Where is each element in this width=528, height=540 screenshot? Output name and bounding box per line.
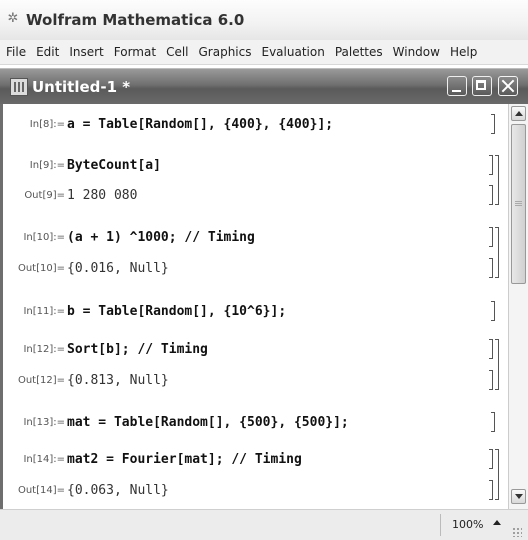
notebook-icon — [10, 78, 28, 96]
group-bracket[interactable] — [495, 227, 499, 278]
cell-label: In[14]:= — [23, 454, 65, 465]
cell-label: In[9]:= — [29, 160, 65, 171]
cell-code[interactable]: b = Table[Random[], {10^6}]; — [67, 304, 286, 319]
cell-bracket[interactable] — [489, 339, 493, 359]
menu-edit[interactable]: Edit — [31, 45, 64, 59]
cell-label: Out[10]= — [17, 263, 65, 274]
cell-label: In[11]:= — [23, 306, 65, 317]
grip-icon — [515, 201, 522, 202]
cell-code[interactable]: mat2 = Fourier[mat]; // Timing — [67, 452, 302, 467]
menu-graphics[interactable]: Graphics — [194, 45, 257, 59]
app-titlebar: ✲ Wolfram Mathematica 6.0 — [0, 0, 528, 40]
cell-label: In[10]:= — [23, 232, 65, 243]
cell-bracket[interactable] — [489, 480, 493, 500]
cell-output: {0.063, Null} — [67, 483, 169, 498]
menu-help[interactable]: Help — [445, 45, 482, 59]
cell-bracket[interactable] — [489, 370, 493, 390]
cell-code[interactable]: Sort[b]; // Timing — [67, 342, 208, 357]
cell-label: In[13]:= — [23, 417, 65, 428]
notebook-content[interactable]: In[8]:= a = Table[Random[], {400}, {400}… — [0, 104, 508, 509]
cell-output: 1 280 080 — [67, 188, 138, 203]
close-button[interactable] — [498, 76, 518, 96]
menu-insert[interactable]: Insert — [64, 45, 108, 59]
group-bracket[interactable] — [495, 155, 499, 205]
app-title: Wolfram Mathematica 6.0 — [26, 11, 245, 29]
input-cell[interactable]: In[9]:= ByteCount[a] — [3, 155, 508, 179]
cell-bracket[interactable] — [489, 449, 493, 469]
menu-format[interactable]: Format — [109, 45, 161, 59]
menu-window[interactable]: Window — [388, 45, 445, 59]
status-bar: 100% — [0, 509, 528, 540]
menu-bar: File Edit Insert Format Cell Graphics Ev… — [0, 40, 528, 65]
cell-code[interactable]: mat = Table[Random[], {500}, {500}]; — [67, 415, 349, 430]
minimize-button[interactable] — [447, 76, 467, 96]
menu-cell[interactable]: Cell — [161, 45, 193, 59]
cell-bracket[interactable] — [491, 301, 495, 321]
input-cell[interactable]: In[10]:= (a + 1) ^1000; // Timing — [3, 227, 508, 251]
mathematica-logo-icon: ✲ — [7, 11, 19, 26]
cell-bracket[interactable] — [489, 155, 493, 175]
output-cell[interactable]: Out[14]= {0.063, Null} — [3, 480, 508, 504]
scroll-down-icon[interactable] — [511, 489, 526, 504]
cell-bracket[interactable] — [491, 412, 495, 432]
cell-label: Out[14]= — [17, 485, 65, 496]
group-bracket[interactable] — [495, 339, 499, 390]
cell-output: {0.016, Null} — [67, 261, 169, 276]
cell-bracket[interactable] — [489, 185, 493, 205]
menu-palettes[interactable]: Palettes — [330, 45, 388, 59]
input-cell[interactable]: In[12]:= Sort[b]; // Timing — [3, 339, 508, 363]
input-cell[interactable]: In[11]:= b = Table[Random[], {10^6}]; — [3, 301, 508, 325]
group-bracket[interactable] — [495, 449, 499, 500]
cell-label: Out[12]= — [17, 375, 65, 386]
scroll-up-icon[interactable] — [511, 106, 526, 121]
input-cell[interactable]: In[8]:= a = Table[Random[], {400}, {400}… — [3, 114, 508, 138]
output-cell[interactable]: Out[12]= {0.813, Null} — [3, 370, 508, 394]
cell-label: In[12]:= — [23, 344, 65, 355]
cell-output: {0.813, Null} — [67, 373, 169, 388]
cell-label: Out[9]= — [24, 190, 65, 201]
maximize-button[interactable] — [472, 76, 492, 96]
cell-code[interactable]: a = Table[Random[], {400}, {400}]; — [67, 117, 333, 132]
cell-code[interactable]: ByteCount[a] — [67, 158, 161, 173]
output-cell[interactable]: Out[9]= 1 280 080 — [3, 185, 508, 209]
cell-code[interactable]: (a + 1) ^1000; // Timing — [67, 230, 255, 245]
input-cell[interactable]: In[13]:= mat = Table[Random[], {500}, {5… — [3, 412, 508, 436]
output-cell[interactable]: Out[10]= {0.016, Null} — [3, 258, 508, 282]
input-cell[interactable]: In[14]:= mat2 = Fourier[mat]; // Timing — [3, 449, 508, 473]
notebook-titlebar: Untitled-1 * — [0, 68, 528, 105]
resize-grip-icon[interactable] — [512, 527, 522, 537]
cell-bracket[interactable] — [489, 227, 493, 247]
menu-file[interactable]: File — [0, 45, 31, 59]
zoom-level[interactable]: 100% — [452, 518, 483, 531]
scroll-thumb[interactable] — [511, 124, 526, 284]
menu-evaluation[interactable]: Evaluation — [257, 45, 330, 59]
cell-label: In[8]:= — [29, 119, 65, 130]
cell-bracket[interactable] — [491, 114, 495, 134]
cell-bracket[interactable] — [489, 258, 493, 278]
zoom-menu-arrow-icon[interactable] — [493, 520, 501, 525]
notebook-title: Untitled-1 * — [32, 78, 131, 96]
vertical-scrollbar[interactable] — [508, 104, 528, 509]
divider — [440, 514, 441, 536]
